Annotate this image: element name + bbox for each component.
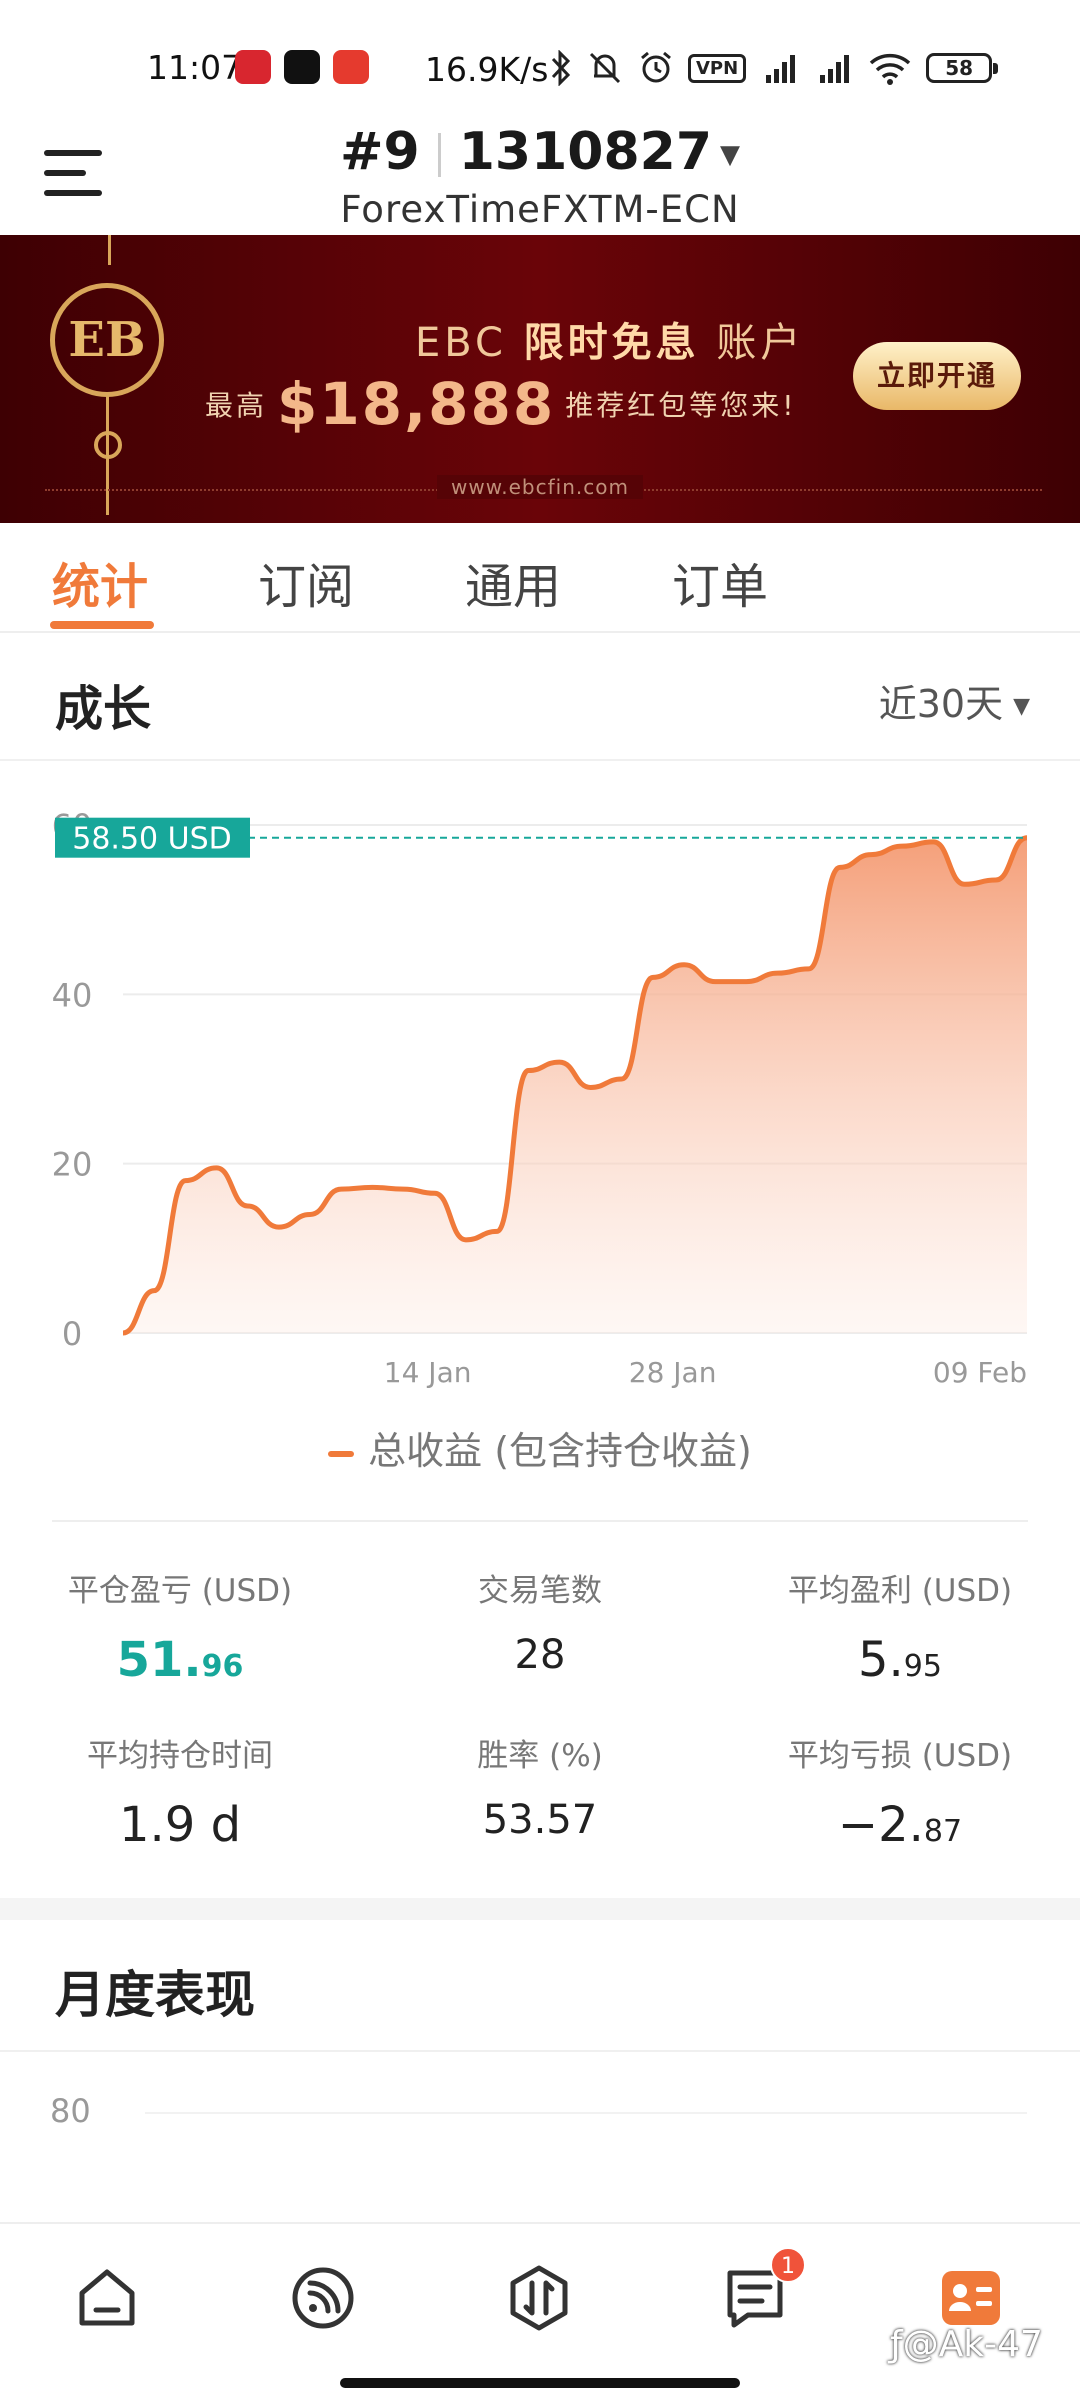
bank-app-icon — [235, 50, 271, 84]
ornament-knot — [94, 431, 122, 459]
nav-home[interactable] — [68, 2259, 146, 2337]
banner-site: www.ebcfin.com — [437, 475, 643, 499]
section-divider — [52, 1520, 1028, 1522]
banner-amount: $18,888 — [277, 370, 556, 438]
network-speed: 16.9K/s — [425, 50, 549, 89]
account-index: #9 — [339, 122, 420, 182]
server-name: ForexTimeFXTM-ECN — [340, 188, 740, 231]
alarm-icon — [641, 51, 671, 83]
chart-y-tick: 40 — [52, 976, 93, 1014]
tab-general[interactable]: 通用 — [465, 547, 561, 617]
monthly-y-tick: 80 — [50, 2092, 91, 2130]
signal-hd-icon-2 — [820, 55, 850, 83]
growth-chart[interactable]: 020406058.50 USD14 Jan28 Jan09 Feb — [0, 770, 1080, 1410]
chart-y-tick: 20 — [52, 1146, 93, 1184]
stat-win-rate: 胜率 (%) 53.57 — [370, 1730, 710, 1843]
stat-closed-pl: 平仓盈亏 (USD) 51.96 — [10, 1565, 350, 1688]
banner-open-button[interactable]: 立即开通 — [853, 342, 1021, 410]
chart-legend: 总收益 (包含持仓收益) — [0, 1420, 1080, 1475]
status-icons: VPN 58 — [550, 48, 999, 88]
stat-avg-loss: 平均亏损 (USD) −2.87 — [730, 1730, 1070, 1853]
tab-subscribe[interactable]: 订阅 — [258, 547, 354, 617]
stat-label: 平仓盈亏 (USD) — [67, 1573, 293, 1609]
chart-x-tick: 09 Feb — [933, 1356, 1027, 1389]
growth-header: 成长 近30天 ▼ — [0, 633, 1080, 761]
bottom-nav: 1 ƒ@Ak-47 — [0, 2222, 1080, 2400]
trade-icon — [510, 2265, 568, 2331]
stat-label: 平均持仓时间 — [87, 1738, 273, 1774]
section-gap — [0, 1898, 1080, 1920]
banner-headline: EBC 限时免息 账户 — [415, 320, 805, 366]
monthly-divider — [0, 2050, 1080, 2052]
tab-stats[interactable]: 统计 — [52, 547, 148, 617]
tab-bar: 统计 订阅 通用 订单 — [0, 523, 1080, 633]
home-indicator — [340, 2378, 740, 2388]
status-time: 11:07 — [147, 48, 243, 87]
chevron-down-icon: ▼ — [720, 140, 741, 170]
battery-indicator: 58 — [926, 53, 999, 83]
account-selector[interactable]: #9 1310827 ▼ — [0, 122, 1080, 182]
growth-title: 成长 — [55, 681, 152, 737]
ornament-string — [108, 235, 111, 265]
stat-avg-hold-time: 平均持仓时间 1.9 d — [10, 1730, 350, 1853]
legend-label: 总收益 (包含持仓收益) — [368, 1429, 752, 1473]
chart-y-tick: 0 — [62, 1315, 82, 1353]
chart-current-label: 58.50 USD — [72, 822, 232, 857]
app-header: #9 1310827 ▼ ForexTimeFXTM-ECN — [0, 120, 1080, 235]
wifi-icon — [870, 53, 911, 85]
legend-swatch — [328, 1450, 355, 1457]
chart-area-fill — [123, 837, 1027, 1333]
monthly-gridline — [145, 2112, 1027, 2114]
stat-value: 53.57 — [482, 1797, 598, 1843]
stat-trade-count: 交易笔数 28 — [370, 1565, 710, 1678]
stat-avg-profit: 平均盈利 (USD) 5.95 — [730, 1565, 1070, 1688]
watermark: ƒ@Ak-47 — [890, 2324, 1043, 2365]
home-icon — [79, 2269, 135, 2326]
stat-value: 1.9 d — [118, 1797, 242, 1853]
nav-trade[interactable] — [500, 2259, 578, 2337]
stat-value: 5.95 — [858, 1632, 942, 1688]
stat-label: 胜率 (%) — [477, 1738, 603, 1774]
banner-subline: 最高 $18,888 推荐红包等您来! — [205, 370, 797, 438]
stat-label: 交易笔数 — [478, 1573, 602, 1609]
stat-label: 平均盈利 (USD) — [787, 1573, 1013, 1609]
promo-banner[interactable]: EB EBC 限时免息 账户 最高 $18,888 推荐红包等您来! 立即开通 ww… — [0, 235, 1080, 523]
feed-icon — [292, 2267, 354, 2329]
tab-orders[interactable]: 订单 — [672, 547, 768, 617]
account-separator — [437, 133, 441, 177]
news-app-icon — [333, 50, 369, 84]
account-number: 1310827 — [458, 122, 713, 182]
notification-badge: 1 — [770, 2247, 806, 2283]
monthly-title: 月度表现 — [55, 1966, 255, 2024]
bluetooth-icon — [551, 50, 571, 86]
stat-value: 51.96 — [116, 1632, 244, 1688]
growth-chart-svg: 020406058.50 USD14 Jan28 Jan09 Feb — [52, 807, 1028, 1389]
tiktok-app-icon — [284, 50, 320, 84]
status-bar: 11:07 16.9K/s VPN 58 — [0, 0, 1080, 120]
ebc-logo: EB — [50, 283, 164, 397]
app-screen: 11:07 16.9K/s VPN 58 #9 1310827 ▼ ForexTim… — [0, 0, 1080, 2400]
nav-messages[interactable]: 1 — [716, 2247, 806, 2337]
profile-card-icon — [942, 2271, 1000, 2325]
stat-label: 平均亏损 (USD) — [787, 1738, 1013, 1774]
chart-x-tick: 14 Jan — [384, 1356, 472, 1389]
stat-value: −2.87 — [837, 1797, 963, 1853]
vpn-indicator: VPN — [688, 53, 747, 83]
mute-icon — [589, 52, 621, 84]
chart-x-tick: 28 Jan — [629, 1356, 717, 1389]
signal-hd-icon — [766, 55, 796, 83]
tab-active-indicator — [50, 621, 154, 629]
nav-feed[interactable] — [284, 2259, 362, 2337]
stat-value: 28 — [514, 1632, 566, 1678]
range-selector[interactable]: 近30天 ▼ — [879, 673, 1030, 728]
chevron-down-icon: ▼ — [1013, 694, 1030, 719]
